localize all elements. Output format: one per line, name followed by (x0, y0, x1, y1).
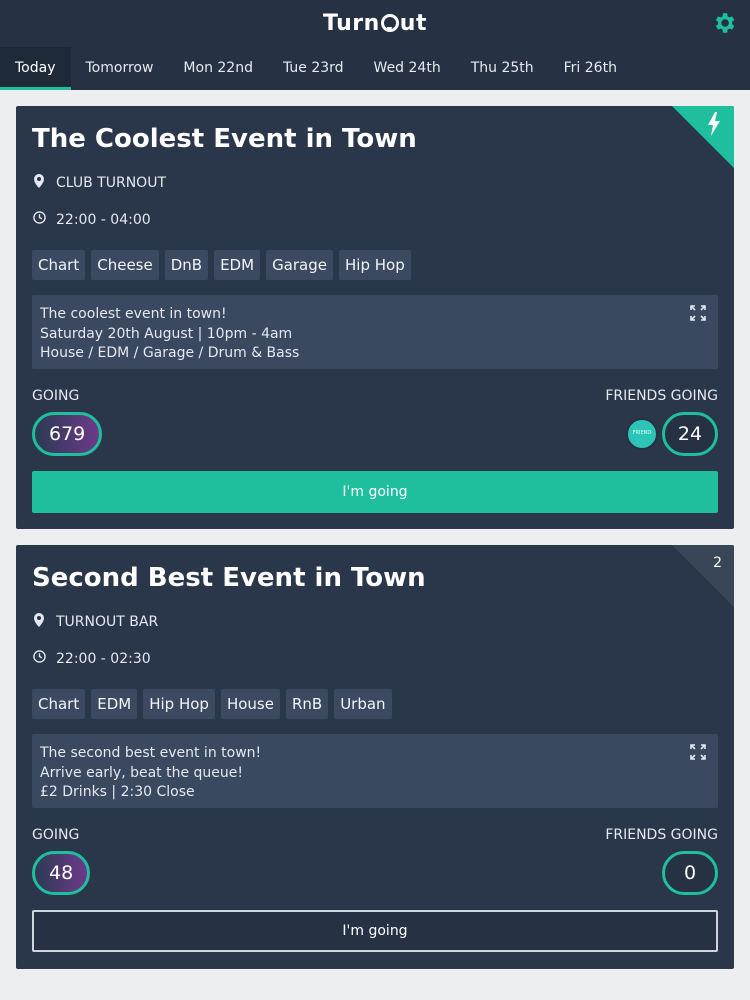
tab-tue-23rd[interactable]: Tue 23rd (268, 47, 359, 90)
time-row: 22:00 - 04:00 (32, 211, 151, 228)
app-logo: Turn ut (323, 11, 427, 36)
description-line: Arrive early, beat the queue! (40, 764, 244, 781)
clock-icon (32, 211, 46, 228)
genre-tags: Chart Cheese DnB EDM Garage Hip Hop (32, 250, 411, 280)
featured-corner (672, 106, 734, 168)
genre-tags: Chart EDM Hip Hop House RnB Urban (32, 689, 392, 719)
location-pin-icon (32, 613, 46, 631)
genre-tag: EDM (214, 250, 261, 280)
event-time: 22:00 - 02:30 (56, 650, 151, 667)
going-count[interactable]: 679 (32, 412, 103, 456)
clock-icon (32, 650, 46, 667)
rank-badge: 2 (713, 555, 722, 571)
event-title[interactable]: The Coolest Event in Town (32, 124, 417, 154)
rank-corner (672, 545, 734, 607)
genre-tag: House (220, 689, 280, 719)
event-card[interactable]: The Coolest Event in Town CLUB TURNOUT 2… (16, 106, 734, 529)
event-description: The coolest event in town! Saturday 20th… (32, 295, 718, 369)
tab-tomorrow[interactable]: Tomorrow (71, 47, 169, 90)
description-line: £2 Drinks | 2:30 Close (40, 784, 195, 800)
event-description: The second best event in town! Arrive ea… (32, 734, 718, 808)
genre-tag: Cheese (91, 250, 159, 280)
venue-name: TURNOUT BAR (56, 614, 159, 630)
friends-going-label: FRIENDS GOING (605, 388, 718, 404)
genre-tag: EDM (91, 689, 138, 719)
friends-going-label: FRIENDS GOING (605, 827, 718, 843)
venue-name: CLUB TURNOUT (56, 175, 166, 191)
location-pin-icon (32, 174, 46, 192)
venue-row: CLUB TURNOUT (32, 174, 166, 192)
description-line: Saturday 20th August | 10pm - 4am (40, 325, 293, 342)
genre-tag: Hip Hop (339, 250, 411, 280)
event-card[interactable]: 2 Second Best Event in Town TURNOUT BAR … (16, 545, 734, 969)
genre-tag: Garage (266, 250, 333, 280)
gear-icon[interactable] (710, 10, 738, 38)
going-label: GOING (32, 827, 80, 843)
bolt-icon (706, 112, 722, 141)
tab-thu-25th[interactable]: Thu 25th (456, 47, 549, 90)
description-line: The second best event in town! (40, 745, 262, 761)
description-line: House / EDM / Garage / Drum & Bass (40, 345, 300, 361)
date-tabs: Today Tomorrow Mon 22nd Tue 23rd Wed 24t… (0, 47, 632, 90)
expand-icon[interactable] (690, 305, 706, 321)
description-line: The coolest event in town! (40, 306, 227, 322)
genre-tag: Chart (32, 689, 86, 719)
going-label: GOING (32, 388, 80, 404)
tab-today[interactable]: Today (0, 47, 71, 90)
tab-fri-26th[interactable]: Fri 26th (549, 47, 632, 90)
genre-tag: Urban (334, 689, 392, 719)
im-going-button[interactable]: I'm going (32, 471, 718, 513)
friends-going-count[interactable]: 0 (662, 851, 718, 895)
venue-row: TURNOUT BAR (32, 613, 158, 631)
top-bar: Turn ut Today Tomorrow Mon 22nd Tue 23rd … (0, 0, 750, 90)
friends-going-count[interactable]: 24 (662, 412, 718, 456)
tab-wed-24th[interactable]: Wed 24th (359, 47, 456, 90)
genre-tag: Chart (32, 250, 86, 280)
expand-icon[interactable] (690, 744, 706, 760)
friend-avatar[interactable] (626, 418, 658, 450)
tab-mon-22nd[interactable]: Mon 22nd (168, 47, 268, 90)
going-count[interactable]: 48 (32, 851, 91, 895)
event-time: 22:00 - 04:00 (56, 211, 151, 228)
genre-tag: Hip Hop (143, 689, 215, 719)
event-title[interactable]: Second Best Event in Town (32, 563, 426, 593)
genre-tag: RnB (285, 689, 329, 719)
im-going-button[interactable]: I'm going (32, 910, 718, 952)
genre-tag: DnB (164, 250, 209, 280)
logo-o-icon (380, 14, 399, 32)
time-row: 22:00 - 02:30 (32, 650, 151, 667)
